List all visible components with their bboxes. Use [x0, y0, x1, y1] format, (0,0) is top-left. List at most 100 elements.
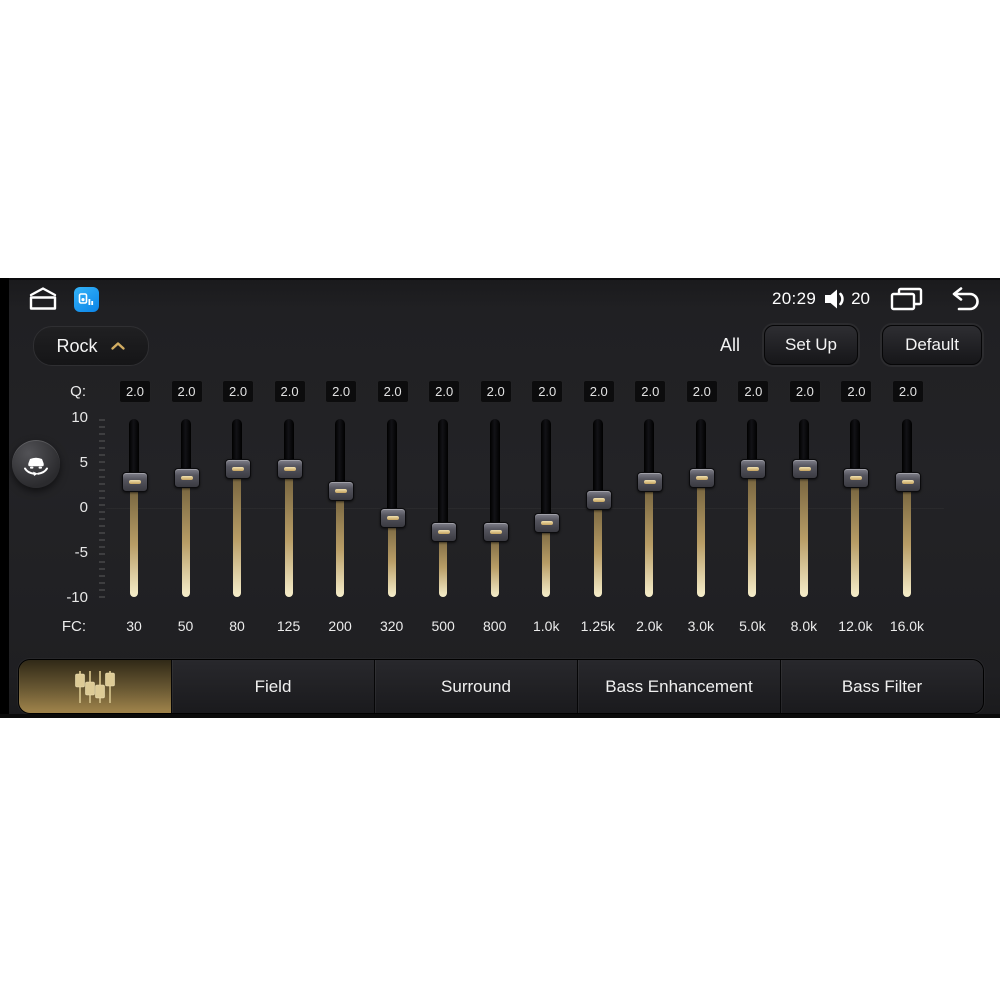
q-value[interactable]: 2.0 — [229, 384, 247, 399]
frequency-label: 500 — [431, 618, 455, 634]
head-unit-screen: 20:29 20 Rock All Set Up Default Q: 10 5… — [0, 278, 1000, 718]
q-value[interactable]: 2.0 — [693, 384, 711, 399]
slider-thumb[interactable] — [225, 458, 252, 479]
thumb-grip — [386, 516, 399, 520]
q-value[interactable]: 2.0 — [796, 384, 814, 399]
audio-app-icon[interactable] — [74, 286, 99, 312]
scale-tick-neg10: -10 — [66, 589, 88, 606]
setup-button[interactable]: Set Up — [764, 325, 858, 365]
slider-thumb[interactable] — [534, 512, 561, 533]
slider-thumb[interactable] — [328, 481, 355, 501]
thumb-grip — [901, 480, 914, 484]
frequency-label: 800 — [483, 618, 507, 634]
preset-label: Rock — [56, 335, 98, 356]
slider-track-lower — [902, 481, 911, 597]
preset-dropdown[interactable]: Rock — [33, 326, 149, 366]
recents-icon[interactable] — [888, 286, 924, 312]
frequency-label: 8.0k — [790, 618, 818, 634]
scale-tick-10: 10 — [71, 409, 88, 426]
slider-track-upper — [541, 419, 552, 522]
q-value[interactable]: 2.0 — [281, 384, 299, 399]
frequency-label: 125 — [276, 618, 301, 634]
bottom-tab-bar: Field Surround Bass Enhancement Bass Fil… — [18, 659, 984, 714]
slider-thumb[interactable] — [173, 467, 200, 488]
slider-thumb[interactable] — [585, 490, 612, 510]
q-value[interactable]: 2.0 — [177, 384, 195, 399]
volume-icon — [825, 289, 844, 309]
q-value[interactable]: 2.0 — [641, 384, 659, 399]
slider-track-lower — [387, 517, 396, 597]
thumb-grip — [129, 480, 141, 484]
slider-thumb[interactable] — [791, 458, 818, 479]
thumb-grip — [541, 520, 554, 525]
frequency-label: 50 — [177, 618, 194, 634]
slider-thumb[interactable] — [431, 521, 458, 542]
slider-track-lower — [130, 481, 138, 597]
slider-thumb[interactable] — [276, 458, 303, 479]
thumb-grip — [644, 480, 657, 484]
q-value[interactable]: 2.0 — [126, 384, 144, 399]
tab-field[interactable]: Field — [172, 660, 375, 713]
slider-thumb[interactable] — [843, 467, 870, 488]
frequency-label: 2.0k — [636, 618, 663, 634]
thumb-grip — [283, 466, 296, 471]
eq-band: 2.0 3.0k — [675, 378, 727, 640]
eq-band: 2.0 30 — [108, 378, 160, 640]
frequency-label: 12.0k — [838, 618, 873, 634]
fader-sliders-icon — [75, 670, 115, 703]
bottom-bezel — [0, 714, 1000, 718]
tab-equalizer[interactable] — [19, 660, 172, 713]
q-value[interactable]: 2.0 — [590, 384, 608, 399]
thumb-grip — [180, 475, 193, 480]
eq-band: 2.0 80 — [211, 378, 263, 640]
eq-band: 2.0 800 — [469, 378, 521, 640]
scale-tick-neg5: -5 — [74, 544, 88, 561]
q-value[interactable]: 2.0 — [744, 384, 762, 399]
q-value[interactable]: 2.0 — [847, 384, 865, 399]
thumb-grip — [438, 529, 451, 534]
all-toggle[interactable]: All — [720, 335, 740, 356]
thumb-grip — [232, 466, 245, 471]
q-value[interactable]: 2.0 — [899, 384, 917, 399]
slider-track-lower — [284, 467, 293, 597]
frequency-label: 200 — [328, 618, 352, 634]
back-icon[interactable] — [946, 286, 982, 312]
status-bar: 20:29 20 — [0, 284, 1000, 314]
q-value[interactable]: 2.0 — [487, 384, 505, 399]
thumb-grip — [695, 475, 708, 480]
q-value[interactable]: 2.0 — [435, 384, 453, 399]
slider-track-upper — [438, 419, 449, 531]
q-value[interactable]: 2.0 — [384, 384, 402, 399]
eq-band: 2.0 320 — [366, 378, 418, 640]
slider-thumb[interactable] — [688, 467, 715, 488]
eq-band: 2.0 5.0k — [726, 378, 778, 640]
slider-track-lower — [593, 499, 602, 597]
audio-app-glyph — [78, 292, 94, 305]
tab-bass-filter[interactable]: Bass Filter — [781, 660, 983, 713]
thumb-grip — [592, 498, 605, 502]
slider-track-upper — [335, 419, 346, 490]
slider-thumb[interactable] — [637, 472, 664, 492]
tab-bass-enhancement[interactable]: Bass Enhancement — [578, 660, 781, 713]
sound-field-button[interactable] — [12, 440, 60, 488]
slider-thumb[interactable] — [894, 472, 921, 492]
slider-thumb[interactable] — [379, 508, 406, 528]
q-value[interactable]: 2.0 — [538, 384, 556, 399]
home-icon[interactable] — [26, 286, 60, 312]
frequency-label: 80 — [229, 618, 245, 634]
slider-track-lower — [696, 476, 705, 597]
slider-track-lower — [233, 467, 242, 597]
eq-band: 2.0 2.0k — [623, 378, 675, 640]
eq-band: 2.0 12.0k — [829, 378, 881, 640]
q-value[interactable]: 2.0 — [332, 384, 350, 399]
slider-thumb[interactable] — [122, 472, 148, 492]
slider-thumb[interactable] — [740, 458, 767, 479]
slider-track-lower — [799, 467, 808, 597]
tab-surround[interactable]: Surround — [375, 660, 578, 713]
slider-track-lower — [748, 467, 757, 597]
frequency-label: 16.0k — [889, 618, 925, 634]
default-button[interactable]: Default — [882, 325, 982, 365]
slider-thumb[interactable] — [482, 521, 509, 542]
frequency-label: 320 — [379, 618, 404, 634]
eq-band: 2.0 50 — [160, 378, 212, 640]
